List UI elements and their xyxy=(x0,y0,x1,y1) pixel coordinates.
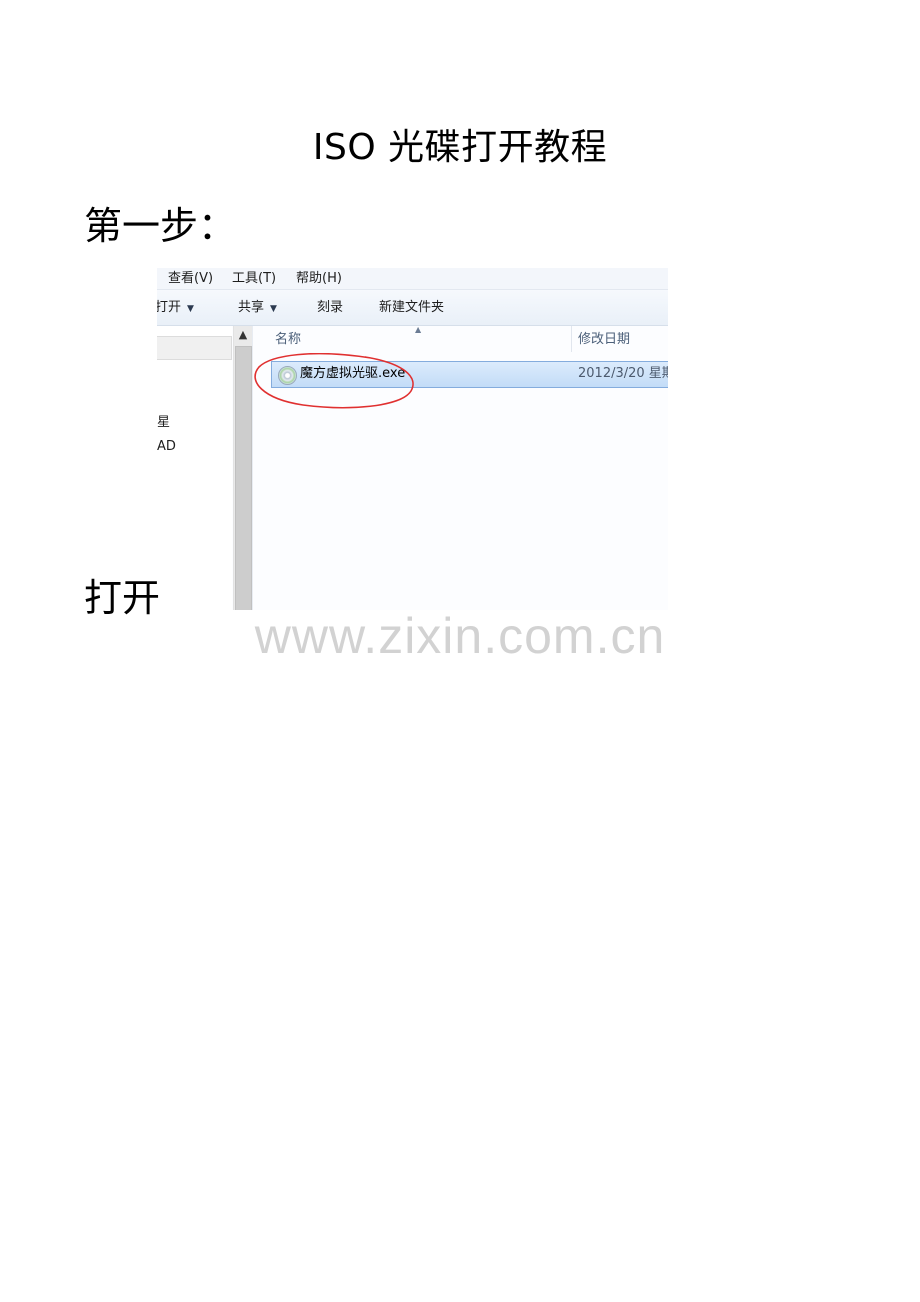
nav-selected-item[interactable] xyxy=(157,336,232,360)
document-title: ISO 光碟打开教程 xyxy=(312,127,608,168)
open-button-label: 打开 xyxy=(157,300,182,315)
sort-up-icon: ▲ xyxy=(415,325,422,334)
caret-down-icon: ▼ xyxy=(270,304,277,314)
menu-bar: 查看(V) 工具(T) 帮助(H) xyxy=(157,268,668,290)
menu-help[interactable]: 帮助(H) xyxy=(296,270,342,287)
menu-tools[interactable]: 工具(T) xyxy=(232,270,276,287)
explorer-screenshot: 查看(V) 工具(T) 帮助(H) 打开 ▼ 共享 ▼ 刻录 新建文件夹 星 AD … xyxy=(157,268,668,610)
nav-item[interactable]: 星 xyxy=(157,415,170,431)
red-annotation-circle xyxy=(254,353,414,409)
caret-down-icon: ▼ xyxy=(187,304,194,314)
nav-item[interactable]: AD xyxy=(157,439,176,455)
burn-button[interactable]: 刻录 xyxy=(317,299,343,317)
step-one-heading: 第一步： xyxy=(84,204,237,248)
column-divider[interactable] xyxy=(571,326,572,352)
share-button-label: 共享 xyxy=(238,300,265,315)
new-folder-button[interactable]: 新建文件夹 xyxy=(379,299,444,317)
column-name-header[interactable]: 名称 xyxy=(275,326,301,352)
file-date: 2012/3/20 星期 xyxy=(578,366,668,381)
navigation-pane: 星 AD xyxy=(157,326,232,610)
menu-view[interactable]: 查看(V) xyxy=(168,270,213,287)
scroll-thumb[interactable] xyxy=(235,346,252,610)
open-button[interactable]: 打开 ▼ xyxy=(157,299,194,317)
share-button[interactable]: 共享 ▼ xyxy=(238,299,277,317)
nav-scrollbar[interactable]: ▲ xyxy=(233,326,252,610)
watermark: www.zixin.com.cn xyxy=(254,608,666,664)
column-date-header[interactable]: 修改日期 xyxy=(578,326,630,352)
toolbar: 打开 ▼ 共享 ▼ 刻录 新建文件夹 xyxy=(157,290,668,326)
scroll-up-icon[interactable]: ▲ xyxy=(234,328,252,342)
